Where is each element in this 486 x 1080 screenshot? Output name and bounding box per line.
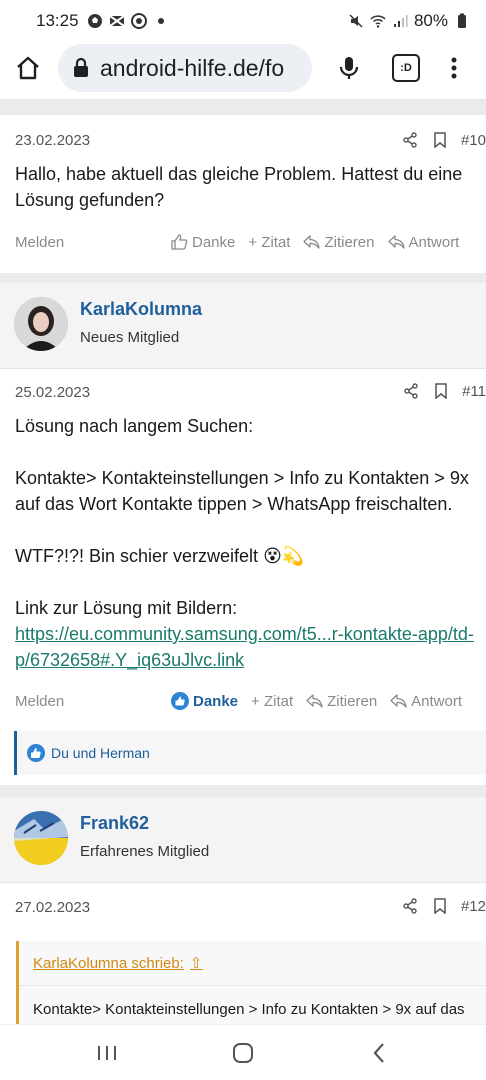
post-number[interactable]: #12 <box>461 898 486 915</box>
report-link[interactable]: Melden <box>15 234 171 251</box>
tab-switcher-icon[interactable]: :D <box>392 54 420 82</box>
post-number[interactable]: #10 <box>461 132 486 149</box>
chrome-icon <box>130 13 147 29</box>
post-line: Lösung nach langem Suchen: <box>15 416 254 436</box>
reply-icon <box>390 694 407 708</box>
system-icons: 80% <box>348 11 470 31</box>
username[interactable]: Frank62 <box>80 813 149 834</box>
post-number[interactable]: #11 <box>462 383 486 400</box>
bookmark-icon[interactable] <box>425 895 455 917</box>
reply-quote-label: Zitieren <box>324 233 375 251</box>
post-actions: Melden Danke + Zitat Zitieren Antwort <box>15 230 486 254</box>
post-text: Hallo, habe aktuell das gleiche Problem.… <box>15 164 463 210</box>
user-role: Erfahrenes Mitglied <box>80 843 210 860</box>
quote-block: KarlaKolumna schrieb: ⇧ Kontakte> Kontak… <box>16 941 486 1024</box>
dot-icon <box>157 18 164 24</box>
reply-quote-button[interactable]: Zitieren <box>306 693 377 710</box>
user-bar: Frank62 Erfahrenes Mitglied <box>0 797 486 883</box>
status-time: 13:25 <box>36 11 79 30</box>
screen: 13:25 80% android-hilfe.de/fo :D 23.02.2… <box>0 0 486 1080</box>
post-10: 23.02.2023 #10 Hallo, habe aktuell das g… <box>0 115 486 273</box>
thumbs-up-icon <box>171 234 188 250</box>
reactions-bar[interactable]: Du und Herman <box>14 731 486 775</box>
solution-link[interactable]: https://eu.community.samsung.com/t5...r-… <box>15 624 474 670</box>
quote-add-button[interactable]: + Zitat <box>248 234 290 251</box>
thumbs-up-filled-icon <box>171 692 189 710</box>
share-icon[interactable] <box>395 129 425 151</box>
bookmark-icon[interactable] <box>425 129 455 151</box>
flag-icon <box>108 15 125 27</box>
battery-percent: 80% <box>413 11 448 30</box>
user-role: Neues Mitglied <box>80 329 180 346</box>
lock-icon <box>74 57 88 77</box>
answer-label: Antwort <box>408 233 460 251</box>
post-actions: Melden Danke + Zitat Zitieren Antwort <box>15 689 486 713</box>
quote-add-button[interactable]: + Zitat <box>251 693 293 710</box>
home-icon[interactable] <box>14 54 42 82</box>
like-label: Danke <box>193 692 239 710</box>
like-reaction-icon <box>27 744 45 762</box>
system-nav-bar <box>0 1024 486 1080</box>
battery-icon <box>458 13 466 28</box>
post-line-text: WTF?!?! Bin schier verzweifelt <box>15 546 259 566</box>
reply-icon <box>303 235 321 249</box>
reply-icon <box>387 235 405 249</box>
post-line: Kontakte> Kontakteinstellungen > Info zu… <box>15 468 469 514</box>
home-nav-icon[interactable] <box>229 1039 257 1067</box>
football-icon <box>87 14 102 28</box>
avatar[interactable] <box>14 297 68 351</box>
avatar[interactable] <box>14 811 68 865</box>
like-button[interactable]: Danke <box>171 234 235 251</box>
post-tools: #10 <box>395 129 486 151</box>
link-intro: Link zur Lösung mit Bildern: <box>15 598 238 618</box>
wifi-icon <box>370 15 386 28</box>
recent-apps-icon[interactable] <box>93 1039 121 1067</box>
url-text: android-hilfe.de/fo <box>100 54 285 81</box>
post-date: 23.02.2023 <box>15 132 91 149</box>
address-bar[interactable]: android-hilfe.de/fo <box>58 44 312 92</box>
share-icon[interactable] <box>396 380 426 402</box>
reply-quote-button[interactable]: Zitieren <box>303 233 375 251</box>
post-tools: #11 <box>396 380 486 402</box>
reactions-text: Du und Herman <box>51 745 150 761</box>
answer-button[interactable]: Antwort <box>387 233 460 251</box>
post-tools: #12 <box>395 895 486 917</box>
bookmark-icon[interactable] <box>426 380 456 402</box>
answer-button[interactable]: Antwort <box>390 693 462 710</box>
forum-thread: 23.02.2023 #10 Hallo, habe aktuell das g… <box>0 100 486 1024</box>
mic-icon[interactable] <box>335 54 363 82</box>
quote-text: Kontakte> Kontakteinstellungen > Info zu… <box>19 985 486 1024</box>
back-icon[interactable] <box>366 1039 394 1067</box>
like-button[interactable]: Danke <box>171 692 238 710</box>
browser-toolbar: android-hilfe.de/fo :D <box>0 42 486 100</box>
post-body: Lösung nach langem Suchen: Kontakte> Kon… <box>15 413 477 673</box>
reply-icon <box>306 694 323 708</box>
post-date: 25.02.2023 <box>15 384 91 401</box>
post-11: 25.02.2023 #11 Lösung nach langem Suchen… <box>0 369 486 785</box>
more-icon[interactable] <box>440 54 468 82</box>
quote-author[interactable]: KarlaKolumna schrieb: <box>33 955 184 972</box>
post-line: WTF?!?! Bin schier verzweifelt 😵💫 <box>15 543 477 569</box>
post-12: 27.02.2023 #12 KarlaKolumna schrieb: ⇧ K… <box>0 883 486 1024</box>
username[interactable]: KarlaKolumna <box>80 299 202 320</box>
share-icon[interactable] <box>395 895 425 917</box>
jump-to-quote-icon[interactable]: ⇧ <box>190 954 203 972</box>
dizzy-face-emoji: 😵💫 <box>263 546 305 566</box>
status-bar: 13:25 80% <box>0 0 486 42</box>
report-link[interactable]: Melden <box>15 693 171 710</box>
reply-quote-label: Zitieren <box>327 692 378 710</box>
notification-icons <box>87 13 169 29</box>
like-label: Danke <box>192 233 236 251</box>
post-date: 27.02.2023 <box>15 899 91 916</box>
signal-icon <box>393 15 408 27</box>
mute-icon <box>349 14 363 28</box>
user-bar: KarlaKolumna Neues Mitglied <box>0 283 486 369</box>
quote-header[interactable]: KarlaKolumna schrieb: ⇧ <box>19 941 486 985</box>
answer-label: Antwort <box>411 692 463 710</box>
